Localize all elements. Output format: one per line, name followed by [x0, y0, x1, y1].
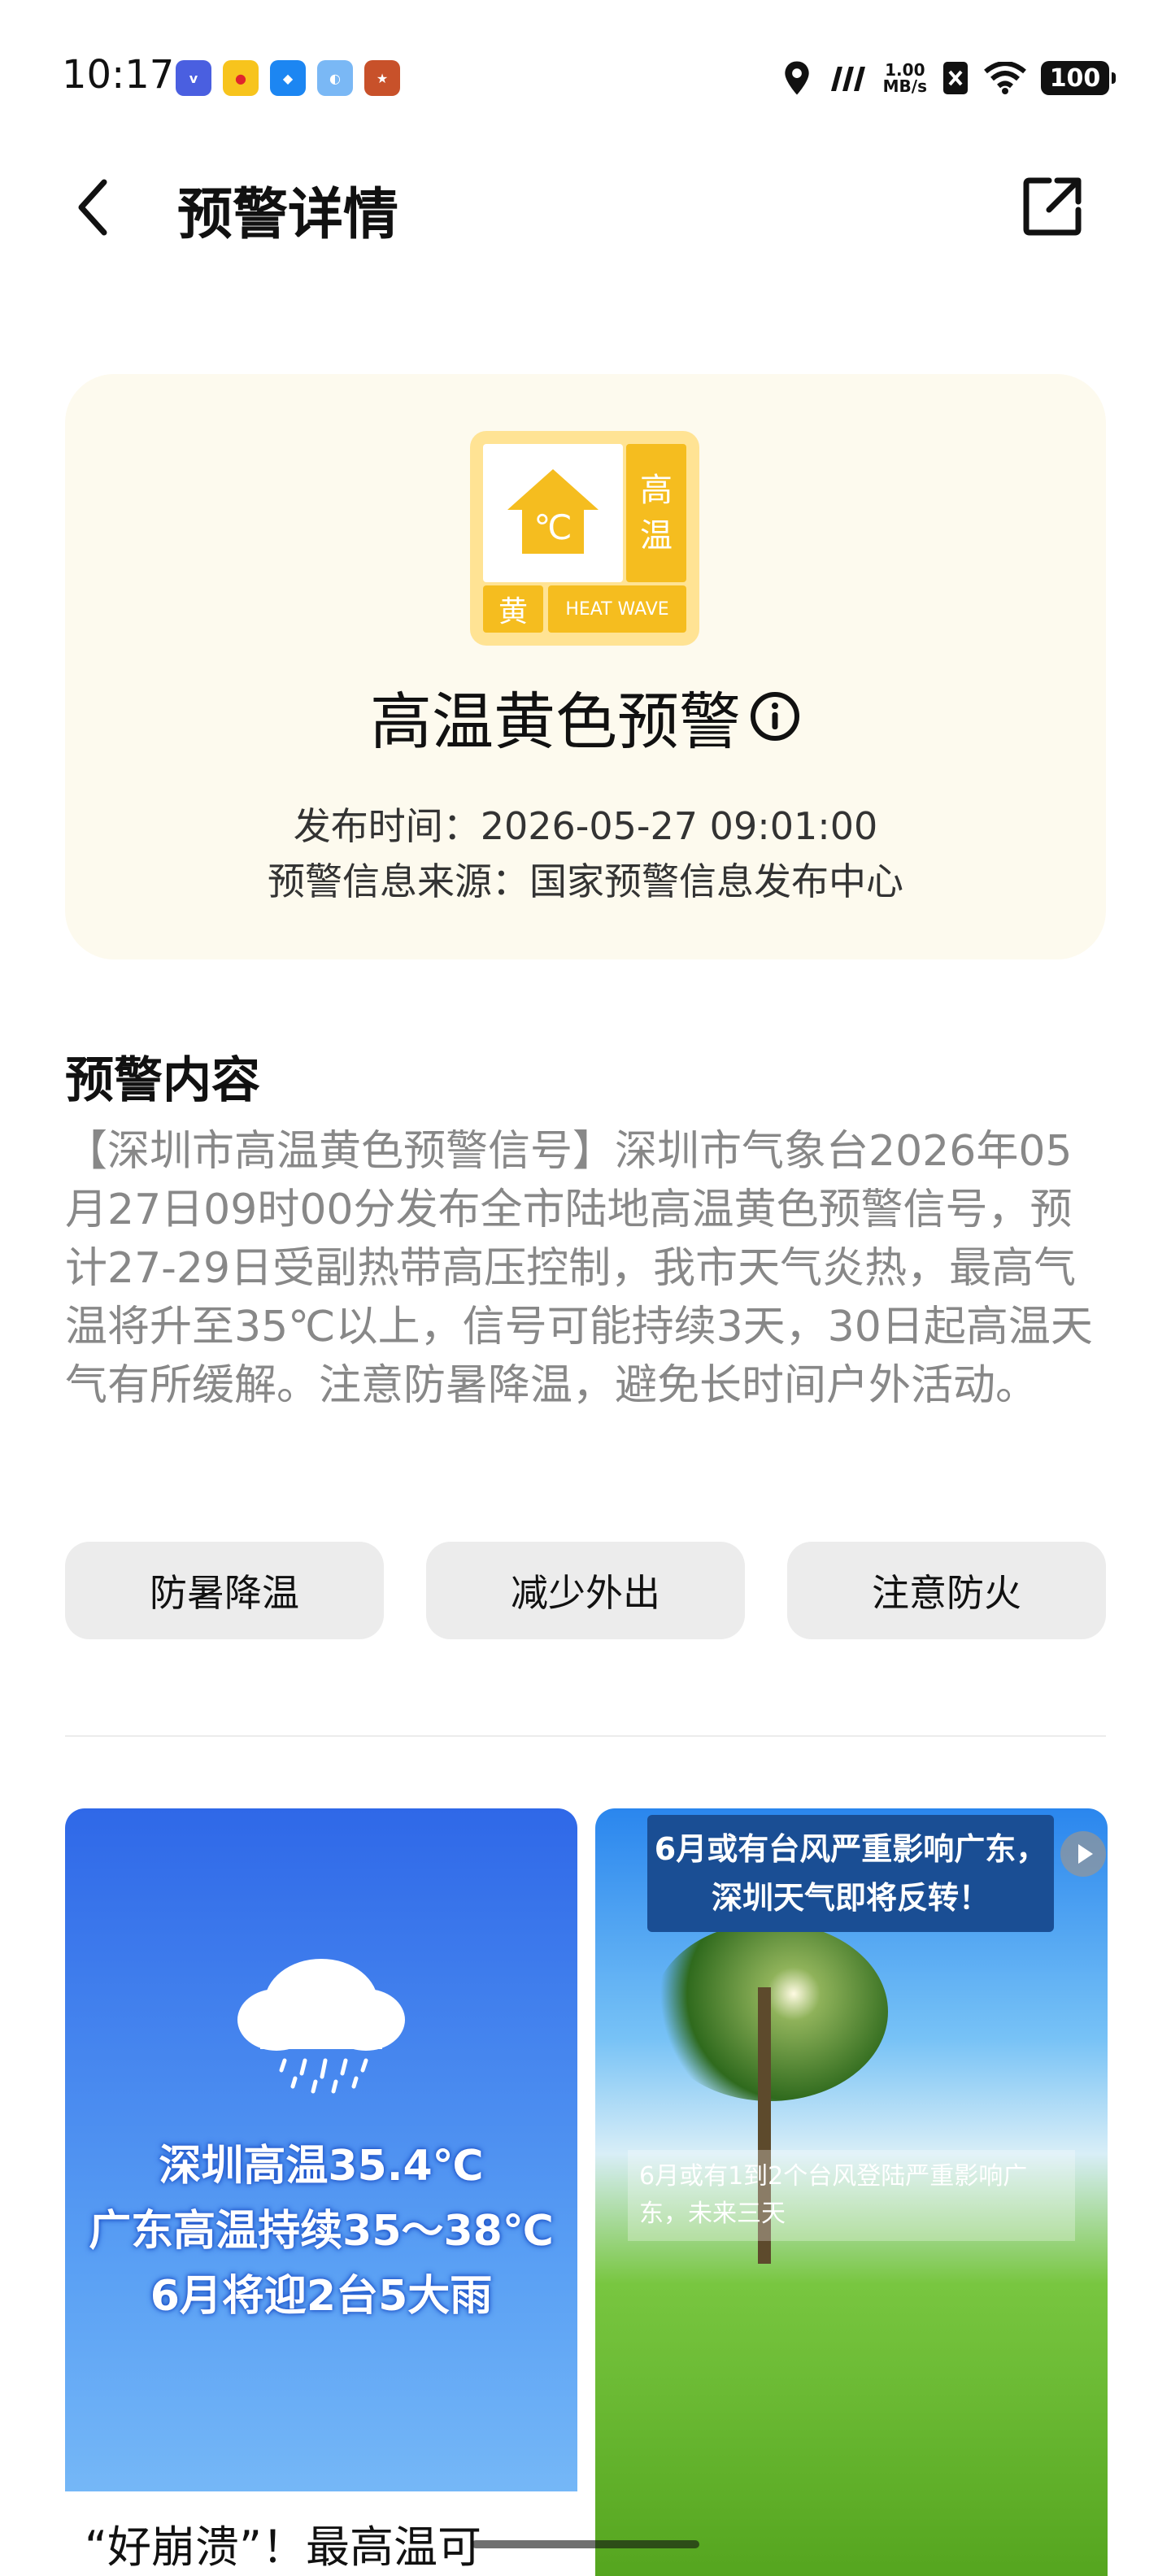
page-title: 预警详情	[177, 183, 399, 247]
badge-side-label: 高 温	[626, 444, 686, 582]
back-button[interactable]	[68, 171, 117, 244]
badge-side-line2: 温	[640, 517, 673, 555]
badge-symbol: ℃	[533, 507, 572, 547]
assistant-app-icon: ◐	[317, 60, 353, 96]
article-heat-caption: “好崩溃”！最高温可	[85, 2522, 481, 2573]
house-thermometer-icon: ℃	[507, 469, 599, 554]
status-time: 10:17	[62, 52, 175, 98]
badge-house-panel: ℃	[483, 444, 623, 582]
vivo-app-icon: v	[176, 60, 211, 96]
badge-level-label: 黄	[483, 585, 543, 633]
article-card-typhoon[interactable]: 6月或有台风严重影响广东， 深圳天气即将反转！ 6月或有1到2个台风登陆严重影响…	[595, 1808, 1108, 2576]
play-icon[interactable]	[1060, 1831, 1106, 1877]
article-heat-line2: 广东高温持续35～38℃	[89, 2207, 554, 2256]
article-heat-line3: 6月将迎2台5大雨	[150, 2272, 493, 2321]
warning-content-text: 【深圳市高温黄色预警信号】深圳市气象台2026年05月27日09时00分发布全市…	[65, 1127, 1093, 1410]
wifi-icon	[984, 62, 1026, 94]
network-speed-unit: MB/s	[882, 76, 927, 96]
chevron-left-icon	[78, 179, 107, 236]
weibo-app-icon: ●	[223, 60, 259, 96]
share-button[interactable]	[1018, 172, 1086, 241]
browser-app-icon: ◆	[270, 60, 306, 96]
home-indicator[interactable]	[472, 2540, 699, 2548]
status-indicators: 1.00 MB/s 100	[782, 59, 1116, 98]
publish-time: 发布时间：2026-05-27 09:01:00	[293, 804, 878, 848]
tag-reduce-outings[interactable]: 减少外出	[426, 1542, 745, 1639]
signal-icon	[830, 67, 865, 91]
network-speed: 1.00 MB/s	[883, 62, 927, 94]
location-icon	[784, 61, 809, 95]
article-typhoon-headline: 6月或有台风严重影响广东， 深圳天气即将反转！	[647, 1815, 1054, 1932]
article-heat-line1: 深圳高温35.4℃	[159, 2142, 484, 2191]
info-icon[interactable]	[749, 690, 801, 742]
battery-indicator: 100	[1041, 61, 1116, 95]
section-divider	[65, 1735, 1106, 1737]
warning-title: 高温黄色预警	[370, 685, 741, 758]
badge-side-line1: 高	[640, 472, 673, 509]
article-typhoon-headline-line2: 深圳天气即将反转！	[711, 1880, 990, 1916]
content-section-title: 预警内容	[65, 1052, 260, 1109]
network-speed-value: 1.00	[885, 60, 925, 80]
status-bar: 10:17 v ● ◆ ◐ ★ 1.00 MB/s 100	[0, 0, 1171, 154]
article-typhoon-headline-line1: 6月或有台风严重影响广东，	[654, 1831, 1047, 1867]
article-card-heat[interactable]: 深圳高温35.4℃ 广东高温持续35～38℃ 6月将迎2台5大雨 “好崩溃”！最…	[65, 1808, 577, 2576]
tag-heatstroke-prevention[interactable]: 防暑降温	[65, 1542, 384, 1639]
warning-title-row: 高温黄色预警	[0, 672, 1171, 761]
tag-fire-prevention[interactable]: 注意防火	[787, 1542, 1106, 1639]
warning-badge: ℃ 高 温 黄 HEAT WAVE	[470, 431, 699, 646]
share-external-icon	[1023, 177, 1082, 236]
warning-source: 预警信息来源：国家预警信息发布中心	[268, 859, 903, 903]
badge-english-label: HEAT WAVE	[548, 585, 686, 633]
rain-cloud-icon	[237, 1959, 405, 2094]
game-app-icon: ★	[364, 60, 400, 96]
article-typhoon-subtitle: 6月或有1到2个台风登陆严重影响广东，未来三天	[628, 2150, 1075, 2241]
article-heat-headline: 深圳高温35.4℃ 广东高温持续35～38℃ 6月将迎2台5大雨	[65, 2134, 577, 2329]
no-sim-icon	[943, 62, 968, 94]
